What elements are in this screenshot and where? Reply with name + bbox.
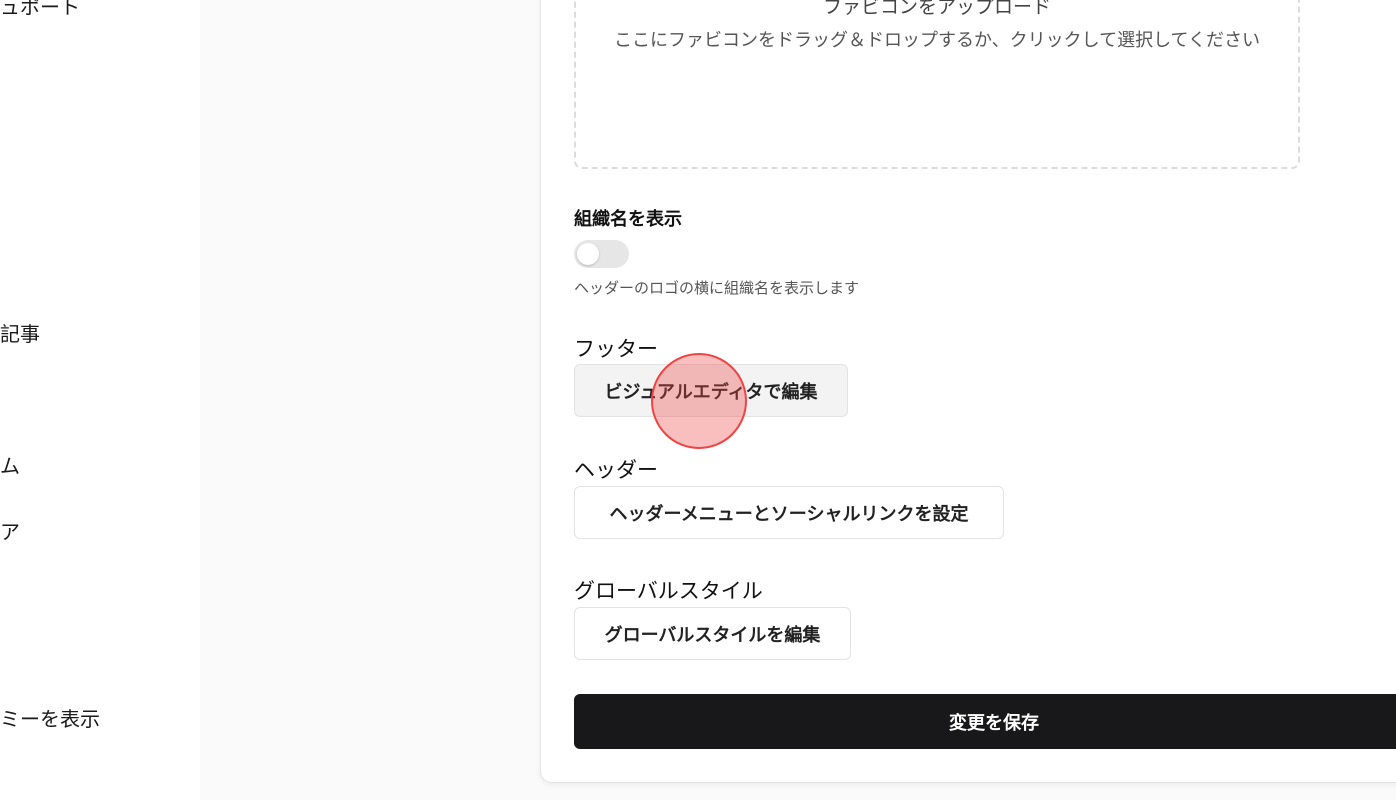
sidebar: ュポート 記事 ム ア ミーを表示 [0, 0, 200, 800]
toggle-knob [577, 243, 599, 265]
header-menu-settings-button[interactable]: ヘッダーメニューとソーシャルリンクを設定 [574, 486, 1004, 539]
save-changes-label: 変更を保存 [949, 712, 1039, 734]
footer-visual-editor-button[interactable]: ビジュアルエディタで編集 [574, 364, 848, 417]
sidebar-item-support[interactable]: ュポート [0, 0, 80, 20]
org-name-help-text: ヘッダーのロゴの横に組織名を表示します [574, 279, 860, 297]
footer-label: フッター [574, 337, 658, 361]
sidebar-item-a[interactable]: ア [0, 519, 20, 545]
sidebar-item-articles[interactable]: 記事 [0, 321, 40, 347]
global-style-label: グローバルスタイル [574, 579, 763, 603]
save-changes-button[interactable]: 変更を保存 [574, 694, 1396, 749]
sidebar-item-show-dummy[interactable]: ミーを表示 [0, 706, 100, 732]
favicon-dropzone-description: ここにファビコンをドラッグ＆ドロップするか、クリックして選択してください [613, 30, 1261, 51]
org-name-label: 組織名を表示 [574, 209, 682, 230]
sidebar-item-m[interactable]: ム [0, 453, 20, 479]
global-style-edit-button[interactable]: グローバルスタイルを編集 [574, 607, 851, 660]
favicon-dropzone[interactable]: ファビコンをアップロード ここにファビコンをドラッグ＆ドロップするか、クリックし… [574, 0, 1300, 169]
favicon-dropzone-title: ファビコンをアップロード [822, 0, 1051, 18]
org-name-toggle[interactable] [574, 240, 629, 268]
header-label: ヘッダー [574, 458, 658, 482]
